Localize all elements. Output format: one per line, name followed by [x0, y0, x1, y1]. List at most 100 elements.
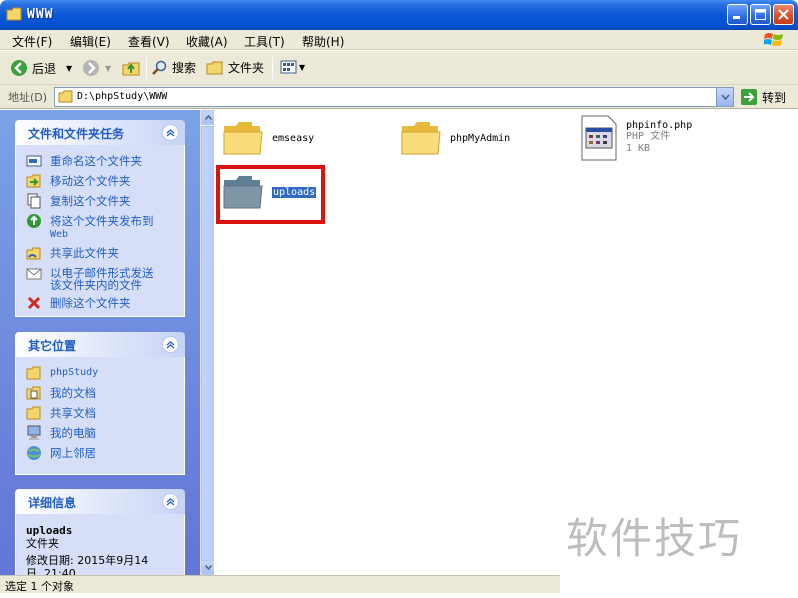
task-delete[interactable]: 删除这个文件夹: [26, 295, 184, 311]
window-title: WWW: [27, 7, 54, 22]
file-item-emseasy[interactable]: emseasy: [222, 120, 314, 156]
folder-icon: [6, 7, 22, 21]
task-rename[interactable]: 重命名这个文件夹: [26, 153, 184, 169]
views-icon: [280, 60, 297, 74]
file-tasks-body: 重命名这个文件夹 移动这个文件夹 复制这个文件夹 将这个文件夹发布到 Web 共享…: [15, 145, 185, 317]
network-icon: [27, 446, 41, 460]
chevron-up-icon: [166, 129, 175, 137]
forward-button[interactable]: ▼: [82, 59, 111, 77]
address-input[interactable]: D:\phpStudy\WWW: [54, 87, 734, 107]
views-button[interactable]: ▼: [280, 59, 305, 75]
task-publish-web[interactable]: 将这个文件夹发布到 Web: [26, 213, 184, 241]
delete-icon: [27, 296, 41, 310]
windows-logo-icon: [764, 33, 783, 46]
folder-icon: [223, 122, 263, 155]
detail-modified: 修改日期: 2015年9月14: [26, 554, 149, 567]
other-places-body: phpStudy 我的文档 共享文档 我的电脑 网上邻居: [15, 357, 185, 475]
close-icon: [778, 9, 789, 20]
address-dropdown-button[interactable]: [716, 88, 733, 106]
my-computer-icon: [27, 425, 41, 440]
address-bar: 地址(D) D:\phpStudy\WWW 转到: [0, 85, 798, 109]
maximize-icon: [755, 9, 766, 20]
place-network[interactable]: 网上邻居: [26, 445, 184, 461]
place-shared-documents[interactable]: 共享文档: [26, 405, 184, 421]
file-item-phpmyadmin[interactable]: phpMyAdmin: [400, 120, 510, 156]
title-bar[interactable]: WWW: [0, 0, 798, 30]
back-arrow-icon: [11, 60, 27, 76]
my-documents-icon: [26, 386, 41, 400]
publish-web-icon: [27, 214, 41, 228]
close-button[interactable]: [773, 4, 794, 25]
folders-button[interactable]: 文件夹: [206, 59, 264, 76]
file-item-phpinfo[interactable]: phpinfo.php PHP 文件 1 KB: [578, 114, 692, 162]
other-places-panel: 其它位置 phpStudy 我的文档 共享文档 我的电脑 网上邻居: [15, 332, 185, 475]
folders-icon: [206, 61, 223, 74]
toolbar-separator: [272, 57, 273, 79]
task-share[interactable]: 共享此文件夹: [26, 245, 184, 261]
scroll-up-icon: [204, 115, 212, 120]
task-email[interactable]: 以电子邮件形式发送 该文件夹内的文件: [26, 265, 184, 291]
shared-documents-icon: [26, 406, 41, 420]
detail-file-name: uploads: [26, 524, 73, 537]
chevron-up-icon: [166, 498, 175, 506]
place-my-computer[interactable]: 我的电脑: [26, 425, 184, 441]
status-text: 选定 1 个对象: [5, 580, 74, 593]
place-phpstudy[interactable]: phpStudy: [26, 365, 184, 381]
scroll-thumb[interactable]: [201, 126, 215, 562]
details-body: uploads 文件夹 修改日期: 2015年9月14 日, 21:40: [15, 514, 185, 575]
detail-file-type: 文件夹: [26, 537, 59, 550]
details-header[interactable]: 详细信息: [15, 489, 185, 514]
watermark: 软件技巧: [566, 514, 743, 563]
toolbar-separator: [146, 57, 147, 79]
folder-icon: [26, 366, 41, 380]
menu-tools[interactable]: 工具(T): [244, 33, 285, 50]
collapse-button[interactable]: [162, 124, 179, 141]
maximize-button[interactable]: [750, 4, 771, 25]
scroll-down-button[interactable]: [201, 560, 215, 575]
other-places-header[interactable]: 其它位置: [15, 332, 185, 357]
menu-file[interactable]: 文件(F): [12, 33, 52, 50]
scroll-down-icon: [204, 565, 212, 570]
back-dropdown-icon[interactable]: ▼: [66, 64, 72, 73]
share-icon: [26, 247, 41, 260]
address-path: D:\phpStudy\WWW: [77, 91, 168, 102]
menu-edit[interactable]: 编辑(E): [70, 33, 111, 50]
red-highlight-box: [216, 165, 325, 224]
menu-help[interactable]: 帮助(H): [302, 33, 344, 50]
up-folder-icon: [122, 62, 140, 76]
file-tasks-header[interactable]: 文件和文件夹任务: [15, 120, 185, 145]
status-bar: 选定 1 个对象: [0, 575, 560, 593]
collapse-button[interactable]: [162, 336, 179, 353]
scroll-up-button[interactable]: [201, 110, 215, 125]
menu-favorites[interactable]: 收藏(A): [186, 33, 228, 50]
address-label: 地址(D): [8, 91, 48, 104]
minimize-button[interactable]: [727, 4, 748, 25]
copy-icon: [27, 193, 41, 209]
menu-bar: 文件(F) 编辑(E) 查看(V) 收藏(A) 工具(T) 帮助(H): [0, 30, 798, 50]
toolbar: 后退 ▼ ▼ 搜索 文件夹 ▼: [0, 51, 798, 85]
task-pane: 文件和文件夹任务 重命名这个文件夹 移动这个文件夹 复制这个文件夹 将这个文件夹…: [0, 110, 200, 575]
move-icon: [26, 174, 41, 188]
go-button[interactable]: 转到: [740, 88, 786, 106]
folder-icon: [58, 90, 73, 103]
go-arrow-icon: [741, 89, 757, 105]
views-dropdown-icon: ▼: [299, 62, 306, 72]
up-folder-button[interactable]: [121, 59, 141, 77]
chevron-down-icon: [720, 94, 730, 100]
menu-view[interactable]: 查看(V): [128, 33, 170, 50]
folder-icon: [401, 122, 441, 155]
search-icon: [152, 60, 167, 75]
back-button[interactable]: 后退 ▼: [10, 59, 72, 77]
details-panel: 详细信息 uploads 文件夹 修改日期: 2015年9月14 日, 21:4…: [15, 489, 185, 575]
forward-arrow-icon: [83, 60, 99, 76]
place-my-documents[interactable]: 我的文档: [26, 385, 184, 401]
chevron-up-icon: [166, 341, 175, 349]
task-pane-scrollbar[interactable]: [200, 110, 215, 575]
task-copy[interactable]: 复制这个文件夹: [26, 193, 184, 209]
search-button[interactable]: 搜索: [152, 59, 196, 76]
collapse-button[interactable]: [162, 493, 179, 510]
detail-modified-rest: 日, 21:40: [26, 567, 76, 575]
task-move[interactable]: 移动这个文件夹: [26, 173, 184, 189]
email-icon: [26, 268, 42, 280]
forward-dropdown-icon: ▼: [105, 63, 112, 73]
